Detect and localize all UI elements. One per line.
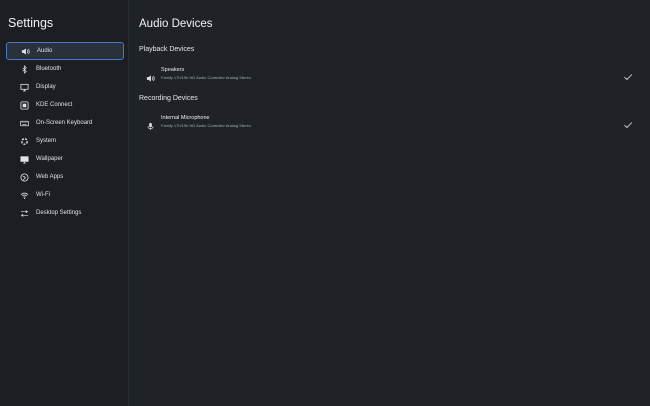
sidebar: Settings Audio Bluetooth Display KDE Con… xyxy=(0,0,129,406)
desktop-settings-icon xyxy=(19,208,29,218)
wallpaper-icon xyxy=(19,154,29,164)
sidebar-item-label: Wi-Fi xyxy=(36,192,50,198)
device-row-speakers[interactable]: Speakers Family 17h/19h HD Audio Control… xyxy=(139,65,637,85)
checkmark-icon xyxy=(623,117,633,129)
device-description: Family 17h/19h HD Audio Controller Analo… xyxy=(161,75,252,80)
sidebar-item-kde-connect[interactable]: KDE Connect xyxy=(6,96,124,114)
bluetooth-icon xyxy=(19,64,29,74)
sidebar-item-system[interactable]: System xyxy=(6,132,124,150)
kde-connect-icon xyxy=(19,100,29,110)
sidebar-item-label: On-Screen Keyboard xyxy=(36,120,93,126)
sidebar-item-bluetooth[interactable]: Bluetooth xyxy=(6,60,124,78)
speaker-icon xyxy=(20,46,30,56)
speaker-icon xyxy=(146,70,155,82)
sidebar-item-display[interactable]: Display xyxy=(6,78,124,96)
sidebar-item-label: Wallpaper xyxy=(36,156,63,162)
sidebar-item-label: Audio xyxy=(37,48,53,54)
sidebar-item-label: Web Apps xyxy=(36,174,64,180)
checkmark-icon xyxy=(623,69,633,81)
system-icon xyxy=(19,136,29,146)
page-title: Audio Devices xyxy=(139,18,213,30)
sidebar-item-label: Desktop Settings xyxy=(36,210,82,216)
sidebar-nav: Audio Bluetooth Display KDE Connect On-S xyxy=(0,42,128,222)
app-title: Settings xyxy=(8,16,54,30)
sidebar-item-label: Bluetooth xyxy=(36,66,62,72)
sidebar-item-web-apps[interactable]: Web Apps xyxy=(6,168,124,186)
sidebar-item-label: Display xyxy=(36,84,56,90)
wifi-icon xyxy=(19,190,29,200)
globe-icon xyxy=(19,172,29,182)
keyboard-icon xyxy=(19,118,29,128)
sidebar-item-label: KDE Connect xyxy=(36,102,73,108)
device-name: Speakers xyxy=(161,67,185,73)
sidebar-item-audio[interactable]: Audio xyxy=(6,42,124,60)
device-row-internal-microphone[interactable]: Internal Microphone Family 17h/19h HD Au… xyxy=(139,113,637,133)
microphone-icon xyxy=(146,118,155,131)
sidebar-item-on-screen-keyboard[interactable]: On-Screen Keyboard xyxy=(6,114,124,132)
playback-devices-heading: Playback Devices xyxy=(139,46,195,53)
device-name: Internal Microphone xyxy=(161,115,210,121)
device-description: Family 17h/19h HD Audio Controller Analo… xyxy=(161,123,252,128)
sidebar-item-label: System xyxy=(36,138,57,144)
recording-devices-heading: Recording Devices xyxy=(139,95,198,102)
sidebar-item-desktop-settings[interactable]: Desktop Settings xyxy=(6,204,124,222)
sidebar-item-wifi[interactable]: Wi-Fi xyxy=(6,186,124,204)
sidebar-item-wallpaper[interactable]: Wallpaper xyxy=(6,150,124,168)
display-icon xyxy=(19,82,29,92)
